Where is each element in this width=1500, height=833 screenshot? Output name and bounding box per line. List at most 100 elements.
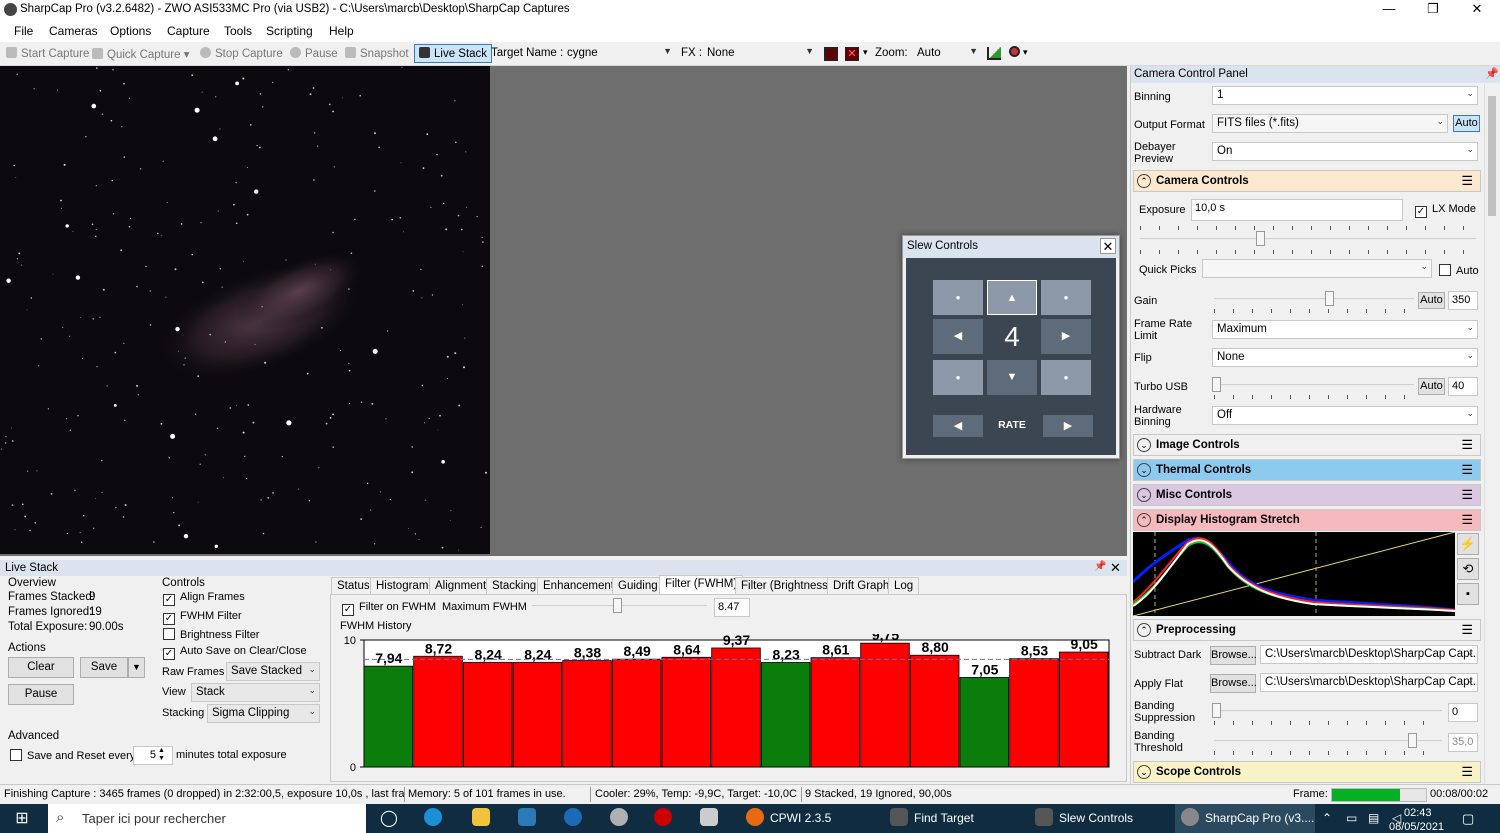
slew-east-button[interactable]: ▶ [1041,319,1091,354]
notification-icon[interactable]: ▢ [1462,804,1474,833]
pause-button[interactable]: Pause [290,47,338,60]
histogram-auto-stretch-button[interactable]: ⚡ [1457,533,1479,555]
app-icon[interactable] [700,804,724,833]
histogram-save-button[interactable]: ▪ [1457,583,1479,605]
panel-scrollbar[interactable] [1484,84,1498,784]
minutes-stepper[interactable]: 5 [133,746,173,765]
magnifier-dropdown-arrow[interactable]: ▾ [1023,47,1028,58]
tab-alignment[interactable]: Alignment [429,577,493,595]
banding-suppression-input[interactable]: 0 [1448,703,1478,722]
close-icon[interactable]: ✕ [1100,238,1116,254]
minimize-button[interactable]: — [1366,0,1412,20]
app-icon[interactable] [654,804,678,833]
hardware-binning-combo[interactable]: Off ⌄ [1212,406,1478,425]
scope-controls-section[interactable]: ⌄ Scope Controls ☰ [1133,761,1481,783]
pause-stack-button[interactable]: Pause [8,684,74,705]
save-reset-checkbox[interactable]: Save and Reset every [10,749,135,762]
slew-south-button[interactable]: ▼ [987,360,1037,395]
histogram-stretch-section[interactable]: ⌃ Display Histogram Stretch ☰ [1133,509,1481,531]
taskbar-cpwi[interactable]: CPWI 2.3.5 [746,804,831,833]
cortana-icon[interactable] [564,804,588,833]
slew-southwest-button[interactable]: ● [933,360,983,395]
clock-date[interactable]: 08/05/2021 [1389,821,1449,833]
fx-combo[interactable]: None ▼ [702,44,818,63]
menu-icon[interactable]: ☰ [1461,438,1473,451]
menu-cameras[interactable]: Cameras [49,24,98,38]
gain-input[interactable]: 350 [1448,291,1478,310]
close-window-button[interactable]: ✕ [1454,0,1500,20]
histogram-reset-button[interactable]: ⟲ [1457,558,1479,580]
turbo-usb-slider-thumb[interactable] [1212,377,1221,392]
misc-controls-section[interactable]: ⌄ Misc Controls ☰ [1133,484,1481,506]
pin-icon[interactable]: 📌 [1485,67,1499,80]
menu-tools[interactable]: Tools [224,24,252,38]
stacking-combo[interactable]: Sigma Clipping ⌄ [207,704,320,723]
histogram-display[interactable] [1133,532,1455,616]
menu-icon[interactable]: ☰ [1461,463,1473,476]
gain-auto-button[interactable]: Auto [1418,292,1445,309]
battery-icon[interactable]: ▭ [1346,804,1357,833]
start-capture-button[interactable]: Start Capture [6,47,89,60]
exposure-input[interactable]: 10,0 s [1191,199,1403,221]
tab-status[interactable]: Status [331,577,376,595]
tab-stacking[interactable]: Stacking [486,577,543,595]
slew-southeast-button[interactable]: ● [1041,360,1091,395]
zoom-combo[interactable]: Auto ▼ [912,44,982,63]
app-icon[interactable] [518,804,542,833]
app-icon[interactable] [610,804,634,833]
tray-chevron-icon[interactable]: ⌃ [1322,804,1332,833]
tab-histogram[interactable]: Histogram [370,577,435,595]
quick-picks-auto-checkbox[interactable]: Auto [1439,264,1479,277]
banding-suppression-slider[interactable] [1214,710,1442,712]
taskbar-sharpcap[interactable]: SharpCap Pro (v3.... [1175,804,1315,833]
subtract-dark-browse-button[interactable]: Browse... [1210,646,1257,665]
slew-northwest-button[interactable]: ● [933,280,983,315]
menu-help[interactable]: Help [329,24,354,38]
pin-icon[interactable]: 📌 [1094,561,1106,572]
overlay-dropdown-arrow[interactable]: ▾ [863,47,868,58]
taskbar-search-box[interactable]: ⌕ Taper ici pour rechercher [48,804,366,833]
exposure-slider[interactable] [1140,238,1476,240]
turbo-usb-slider[interactable] [1214,384,1414,386]
close-icon[interactable]: ✕ [1110,560,1121,576]
image-controls-section[interactable]: ⌄ Image Controls ☰ [1133,434,1481,456]
slew-northeast-button[interactable]: ● [1041,280,1091,315]
tab-filter-fwhm[interactable]: Filter (FWHM) [659,575,744,594]
filter-on-fwhm-checkbox[interactable]: ✓ Filter on FWHM [342,601,436,616]
align-frames-checkbox[interactable]: ✓ Align Frames [163,591,245,606]
captured-image[interactable] [0,66,490,554]
tab-drift-graph[interactable]: Drift Graph [827,577,896,595]
network-icon[interactable]: ▤ [1368,804,1379,833]
raw-frames-combo[interactable]: Save Stacked ⌄ [226,662,320,681]
tab-log[interactable]: Log [888,577,920,595]
view-combo[interactable]: Stack ⌄ [191,683,320,702]
target-name-combo[interactable]: cygne ▼ [562,44,676,63]
task-view-icon[interactable]: ◯ [380,804,402,833]
output-format-combo[interactable]: FITS files (*.fits) ⌄ [1212,114,1448,133]
apply-flat-browse-button[interactable]: Browse... [1210,674,1257,693]
clear-button[interactable]: Clear [8,657,74,678]
thermal-controls-section[interactable]: ⌄ Thermal Controls ☰ [1133,459,1481,481]
menu-file[interactable]: File [14,24,33,38]
brightness-filter-checkbox[interactable]: Brightness Filter [163,628,259,641]
gain-slider-thumb[interactable] [1325,291,1334,306]
save-button[interactable]: Save [80,657,128,678]
turbo-usb-auto-button[interactable]: Auto [1418,378,1445,395]
banding-suppression-thumb[interactable] [1212,703,1221,718]
rate-increase-button[interactable]: ▶ [1043,415,1093,437]
subtract-dark-path-combo[interactable]: C:\Users\marcb\Desktop\SharpCap Capt... ⌄ [1260,645,1478,664]
apply-flat-path-combo[interactable]: C:\Users\marcb\Desktop\SharpCap Capt... ⌄ [1260,673,1478,692]
restore-button[interactable]: ❐ [1410,0,1456,20]
turbo-usb-input[interactable]: 40 [1448,377,1478,396]
menu-capture[interactable]: Capture [167,24,210,38]
banding-threshold-thumb[interactable] [1408,733,1417,748]
camera-controls-section[interactable]: ⌃ Camera Controls ☰ [1133,170,1481,192]
tab-guiding[interactable]: Guiding [612,577,664,595]
menu-icon[interactable]: ☰ [1461,765,1473,778]
output-format-auto-button[interactable]: Auto [1453,115,1480,132]
menu-icon[interactable]: ☰ [1461,513,1473,526]
menu-icon[interactable]: ☰ [1461,174,1473,187]
tab-enhancement[interactable]: Enhancement [537,577,620,595]
lx-mode-checkbox[interactable]: ✓ LX Mode [1415,203,1476,218]
slew-north-button[interactable]: ▲ [987,280,1037,315]
